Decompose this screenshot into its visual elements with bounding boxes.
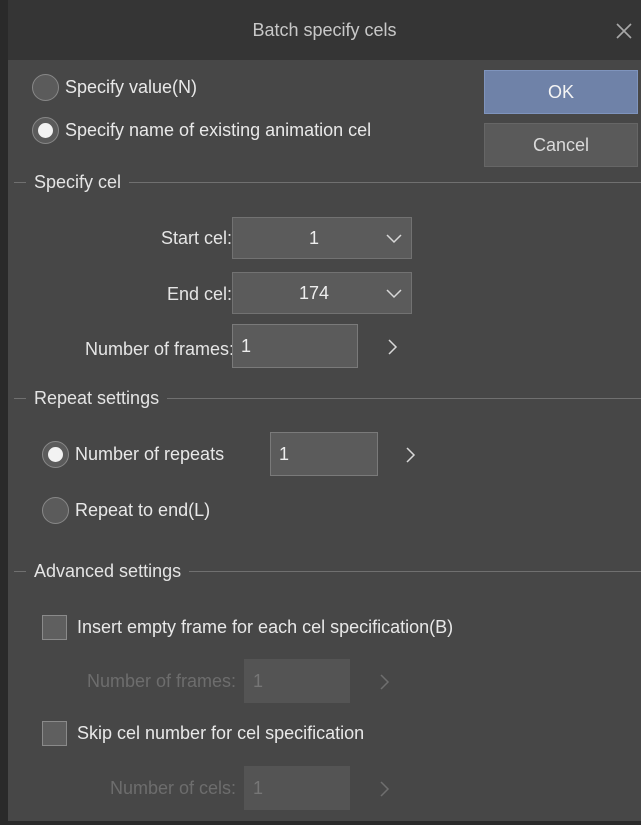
checkbox-unchecked-icon [42,720,67,746]
specify-cel-section-header: Specify cel [8,170,641,194]
batch-specify-cels-dialog: Batch specify cels Specify value(N) Spec… [0,0,641,825]
repeat-to-end-radio[interactable]: Repeat to end(L) [42,496,210,524]
frames-label: Number of frames: [84,339,234,359]
checkbox-unchecked-icon [42,614,67,640]
number-of-repeats-radio[interactable]: Number of repeats [42,440,224,468]
start-cel-select[interactable]: 1 [232,217,412,259]
empty-frames-input: 1 [244,659,350,703]
section-divider [189,570,641,572]
title-bar: Batch specify cels [8,0,641,60]
start-cel-label: Start cel: [160,228,232,248]
insert-empty-frame-label: Insert empty frame for each cel specific… [77,617,454,637]
skip-cel-number-label: Skip cel number for cel specification [77,723,365,743]
end-cel-value: 174 [298,282,330,303]
ok-button[interactable]: OK [484,70,638,114]
chevron-down-icon [377,273,411,313]
chevron-right-icon[interactable] [400,443,420,467]
radio-selected-icon [42,440,69,468]
advanced-settings-title: Advanced settings [34,560,182,581]
end-cel-select[interactable]: 174 [232,272,412,314]
specify-name-label: Specify name of existing animation cel [65,120,372,140]
number-of-repeats-input[interactable]: 1 [270,432,378,476]
cells-label: Number of cels: [109,778,236,798]
cells-input: 1 [244,766,350,810]
insert-empty-frame-checkbox[interactable]: Insert empty frame for each cel specific… [42,613,453,641]
section-divider [167,397,641,399]
radio-selected-icon [32,116,59,144]
close-icon [616,23,632,39]
specify-value-label: Specify value(N) [65,77,198,97]
cancel-button[interactable]: Cancel [484,123,638,167]
close-button[interactable] [607,11,641,51]
chevron-right-icon [374,777,394,801]
repeat-settings-section-header: Repeat settings [8,386,641,410]
specify-name-radio[interactable]: Specify name of existing animation cel [32,116,371,144]
advanced-settings-section-header: Advanced settings [8,559,641,583]
chevron-down-icon [377,218,411,258]
chevron-right-icon [374,670,394,694]
skip-cel-number-checkbox[interactable]: Skip cel number for cel specification [42,719,364,747]
section-divider-dash [14,570,26,572]
empty-frames-label: Number of frames: [86,671,236,691]
repeat-settings-title: Repeat settings [34,387,160,408]
end-cel-label: End cel: [166,284,232,304]
start-cel-value: 1 [308,227,319,248]
dialog-title: Batch specify cels [252,19,397,40]
section-divider-dash [14,397,26,399]
specify-cel-title: Specify cel [34,171,122,192]
chevron-right-icon[interactable] [382,335,402,359]
radio-unselected-icon [32,73,59,101]
number-of-repeats-label: Number of repeats [75,444,225,464]
section-divider [129,181,641,183]
frames-input[interactable]: 1 [232,324,358,368]
radio-unselected-icon [42,496,69,524]
section-divider-dash [14,181,26,183]
specify-value-radio[interactable]: Specify value(N) [32,73,197,101]
repeat-to-end-label: Repeat to end(L) [75,500,211,520]
